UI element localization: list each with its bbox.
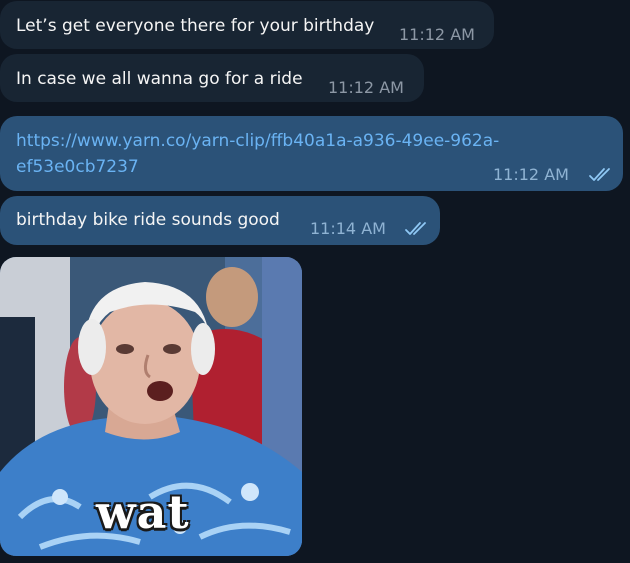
message-text: In case we all wanna go for a ride [16,69,303,89]
chat-area: Let’s get everyone there for your birthd… [0,0,630,563]
message-bubble-incoming[interactable]: Let’s get everyone there for your birthd… [0,1,494,49]
message-link[interactable]: https://www.yarn.co/yarn-clip/ffb40a1a-a… [16,129,499,153]
message-time: 11:12 AM [493,165,569,184]
message-time: 11:12 AM [399,25,475,44]
message-bubble-incoming[interactable]: In case we all wanna go for a ride 11:12… [0,54,424,102]
message-bubble-outgoing[interactable]: birthday bike ride sounds good 11:14 AM [0,196,440,245]
message-text: birthday bike ride sounds good [16,210,280,230]
message-time: 11:14 AM [310,219,386,238]
gif-caption: wat [96,485,190,539]
message-time: 11:12 AM [328,78,404,97]
message-bubble-outgoing[interactable]: https://www.yarn.co/yarn-clip/ffb40a1a-a… [0,116,623,191]
double-check-icon [589,168,610,181]
double-check-icon [405,222,426,235]
gif-message[interactable]: wat [0,257,302,556]
message-link-continued[interactable]: ef53e0cb7237 [16,155,139,179]
message-text: Let’s get everyone there for your birthd… [16,16,375,36]
